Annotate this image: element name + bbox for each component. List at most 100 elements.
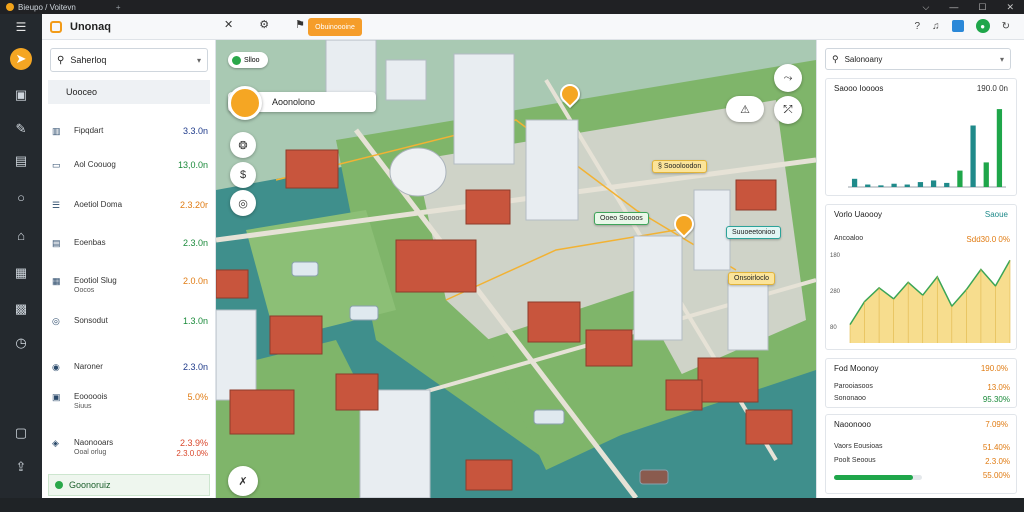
app-title: Unonaq: [70, 20, 111, 33]
maximize-button[interactable]: ☐: [978, 0, 986, 14]
row-sublabel: Ooal orlug: [74, 449, 107, 456]
map-tag[interactable]: Onsoirloclo: [728, 272, 776, 285]
row-value: 13.0%: [987, 383, 1010, 392]
status-dot-icon: [55, 481, 63, 489]
search-input[interactable]: ⚲ Saherloq ▾: [50, 48, 208, 72]
y-tick-label: 280: [830, 289, 841, 295]
bar-c: [878, 185, 884, 187]
window-titlebar: Bieupo / Voitevn + ⌵ — ☐ ✕: [0, 0, 1024, 14]
left-panel: ⚲ Saherloq ▾ Uooceo ▥ Fipqdart 3.3.0n ▭ Aol …: [42, 40, 216, 498]
list-item[interactable]: ◈ Naonooars Ooal orlug 2.3.9% 2.3.0.0%: [52, 438, 208, 462]
chevron-down-icon[interactable]: ▾: [197, 56, 201, 65]
question-icon[interactable]: ?: [915, 21, 921, 32]
search-icon: ⚲: [57, 54, 65, 66]
dollar-icon[interactable]: $: [230, 162, 256, 188]
map-tag[interactable]: Ooeo Soooos: [594, 212, 649, 225]
close-button[interactable]: ✕: [1006, 0, 1014, 14]
refresh-icon[interactable]: ↻: [1002, 21, 1010, 32]
map-tag[interactable]: § Soooloodon: [652, 160, 708, 173]
map-top-chip[interactable]: Slloo: [228, 52, 268, 68]
browser-logo-icon: [6, 3, 14, 11]
warning-icon: ◉: [52, 362, 60, 372]
row-value: 51.40%: [982, 443, 1010, 452]
bar-l: [996, 109, 1003, 187]
grid-icon[interactable]: [951, 20, 964, 32]
location-pin-icon[interactable]: [228, 86, 262, 120]
filter-icon[interactable]: ⚠: [726, 96, 764, 122]
tool-icon[interactable]: ✗: [228, 466, 258, 496]
row-label: Eooooois: [74, 392, 108, 401]
orange-action-button[interactable]: Obuinoooine: [308, 18, 362, 36]
bar-f: [917, 182, 924, 187]
user-icon[interactable]: ●: [975, 19, 990, 33]
list-item[interactable]: ▭ Aol Coouog 13,0.0n: [52, 160, 208, 184]
upload-icon[interactable]: ⇪: [10, 456, 32, 478]
bar-j: [970, 125, 976, 187]
list-item[interactable]: ▥ Fipqdart 3.3.0n: [52, 126, 208, 150]
pin-icon[interactable]: ⚑: [295, 18, 305, 31]
row-value: 2.0.0n: [182, 276, 208, 286]
layers-icon[interactable]: ⤱: [774, 96, 802, 124]
leaf-icon: ◎: [52, 316, 60, 326]
card-row: Vaors Eousioas 51.40%: [834, 443, 1010, 452]
search-icon[interactable]: ○: [10, 186, 32, 208]
globe-icon[interactable]: ◎: [230, 190, 256, 216]
stats-icon[interactable]: ▤: [10, 150, 32, 172]
route-icon[interactable]: ⤳: [774, 64, 802, 92]
search-value: Saherloq: [70, 55, 107, 65]
row-sublabel: Siuus: [74, 403, 92, 410]
section-header[interactable]: Uooceo: [48, 80, 210, 104]
city-map[interactable]: Slloo Aoonolono ❂ $ ◎ § Soooloodon Ooeo …: [216, 40, 816, 498]
dropdown-icon[interactable]: ⌵: [923, 0, 930, 14]
card-title: Naoonooo: [834, 420, 871, 429]
row-label: Naonooars: [74, 438, 114, 447]
home-icon[interactable]: ⌂: [10, 224, 32, 246]
grid-icon[interactable]: ▩: [10, 298, 32, 320]
app-frame: ☰ Unonaq ✕ ⚙ ⚑ Obuinoooine ? ♫ ● ↻ ➤ ▣ ✎…: [0, 13, 1024, 498]
right-search-input[interactable]: ⚲ Salonoany ▾: [825, 48, 1011, 70]
gear-icon[interactable]: ⚙: [259, 18, 269, 31]
car-icon: ▭: [52, 160, 61, 170]
list-item[interactable]: ▦ Eootiol Slug Oocos 2.0.0n: [52, 276, 208, 300]
new-tab-button[interactable]: +: [116, 3, 121, 12]
bell-icon[interactable]: ♫: [932, 21, 940, 32]
shield-icon: ◈: [52, 438, 59, 448]
building-icon: ▥: [52, 126, 61, 136]
list-item[interactable]: ▤ Eoenbas 2.3.0n: [52, 238, 208, 262]
bar-g: [930, 180, 937, 187]
bar-d: [891, 183, 897, 187]
card-row: Parooiasoos 13.0%: [834, 383, 1010, 392]
clock-icon[interactable]: ◷: [10, 332, 32, 354]
row-value: 2.3.0n: [182, 238, 208, 248]
tab-title[interactable]: Bieupo / Voitevn: [18, 3, 76, 12]
row-value: 3.3.0n: [182, 126, 208, 136]
send-icon[interactable]: ➤: [10, 48, 32, 70]
map-tag[interactable]: Suuoeetonioo: [726, 226, 782, 239]
list-icon: ☰: [52, 200, 61, 210]
topbar-right-tools: ? ♫ ● ↻: [915, 19, 1010, 33]
fire-icon[interactable]: ❂: [230, 132, 256, 158]
doc-icon[interactable]: ▢: [10, 422, 32, 444]
menu-icon[interactable]: ☰: [0, 13, 42, 40]
list-item[interactable]: ☰ Aoetiol Doma 2.3.20r: [52, 200, 208, 224]
minimize-button[interactable]: —: [949, 0, 958, 14]
chevron-down-icon[interactable]: ▾: [1000, 55, 1004, 64]
map-top-chip-label: Slloo: [244, 56, 260, 64]
list-item[interactable]: ◎ Sonsodut 1.3.0n: [52, 316, 208, 340]
chart-icon[interactable]: ▦: [10, 262, 32, 284]
chart-icon: ▣: [52, 392, 61, 402]
row-label: Aol Coouog: [74, 160, 116, 169]
row-sublabel: Oocos: [74, 287, 95, 294]
list-item[interactable]: ◉ Naroner 2.3.0n: [52, 362, 208, 386]
area-fill: [850, 260, 1010, 343]
list-item[interactable]: ▣ Eooooois Siuus 5.0%: [52, 392, 208, 416]
app-logo-icon: [50, 20, 62, 33]
left-footer-button[interactable]: Goonoruiz: [48, 474, 210, 496]
map-icon[interactable]: ▣: [10, 84, 32, 106]
right-panel: ⚲ Salonoany ▾ Saooo Ioooos 190.0 0n Vorl…: [816, 40, 1024, 498]
wrench-icon[interactable]: ✕: [224, 18, 233, 31]
nav-rail: ➤ ▣ ✎ ▤ ○ ⌂ ▦ ▩ ◷ ▢ ⇪: [0, 40, 42, 498]
window-controls: ⌵ — ☐ ✕: [923, 0, 1014, 14]
edit-icon[interactable]: ✎: [10, 118, 32, 140]
row-label: Fipqdart: [74, 126, 104, 135]
